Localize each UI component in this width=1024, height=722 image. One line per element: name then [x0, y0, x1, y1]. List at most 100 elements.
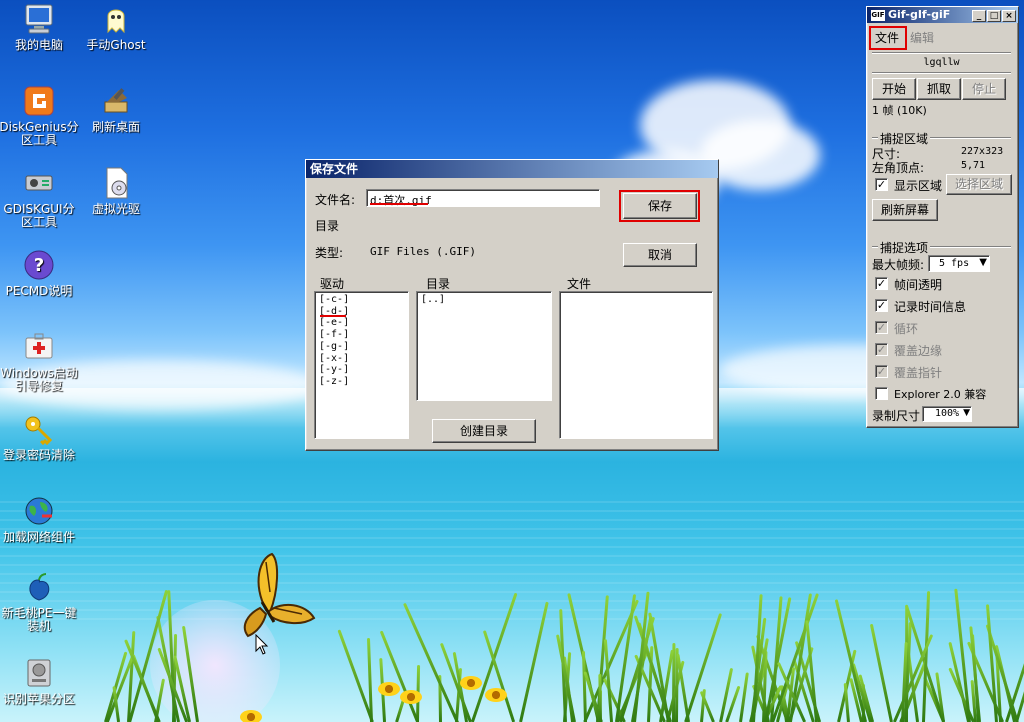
dialog-title: 保存文件 [310, 162, 359, 176]
icon-label: 手动Ghost [86, 38, 146, 52]
grab-button[interactable]: 抓取 [917, 78, 961, 100]
option-checkbox[interactable]: ✓ [875, 299, 888, 312]
gdisk-icon [22, 166, 56, 200]
capture-options-title: 捕捉选项 [878, 239, 931, 256]
grass-blade [738, 672, 749, 722]
show-area-label: 显示区域 [894, 179, 943, 193]
dialog-titlebar[interactable]: 保存文件 [306, 160, 718, 178]
virtual-drive-icon [99, 166, 133, 200]
drives-header: 驱动 [320, 277, 345, 291]
grass-blade [869, 623, 893, 722]
record-size-select[interactable]: 100% ▼ [922, 406, 972, 422]
start-button-label: 开始 [881, 82, 906, 96]
desktop-icon-peach-pe[interactable]: 新毛桃PE一键装机 [0, 570, 80, 633]
save-button-label: 保存 [647, 199, 672, 213]
option-checkbox[interactable]: ✓ [875, 343, 888, 356]
option-label: 覆盖边缘 [894, 344, 943, 358]
option-checkbox[interactable]: ✓ [875, 321, 888, 334]
create-directory-label: 创建目录 [459, 424, 508, 438]
save-button[interactable]: 保存 [623, 193, 697, 219]
menu-edit[interactable]: 编辑 [910, 29, 934, 46]
chevron-down-icon: ▼ [979, 257, 987, 268]
desktop-icon-gdiskgui[interactable]: GDISKGUI分区工具 [0, 166, 80, 229]
refresh-screen-button[interactable]: 刷新屏幕 [872, 199, 938, 221]
desktop-icon-my-computer[interactable]: 我的电脑 [0, 2, 80, 52]
size-value: 227x323 [961, 146, 1004, 157]
ghost-icon [99, 2, 133, 36]
option-label: 帧间透明 [894, 278, 943, 292]
desktop-icon-diskgenius[interactable]: DiskGenius分区工具 [0, 84, 80, 147]
drive-item[interactable]: [-f-] [319, 329, 349, 341]
option-checkbox[interactable] [875, 387, 888, 400]
desktop-icon-network[interactable]: 加载网络组件 [0, 494, 80, 544]
max-fps-select[interactable]: 5 fps ▼ [928, 255, 990, 272]
stop-button[interactable]: 停止 [962, 78, 1006, 100]
type-value: GIF Files (.GIF) [370, 245, 476, 258]
desktop-icon-boot-repair[interactable]: Windows启动引导修复 [0, 330, 80, 393]
menu-file[interactable]: 文件 [875, 29, 899, 46]
flower [460, 676, 482, 690]
gif-recorder-window: GIF Gif-gIf-giF _ □ × 文件 编辑 lgqllw 开始 抓取 停止… [866, 6, 1019, 428]
gif-filename: lgqllw [923, 57, 960, 68]
drive-item[interactable]: [-z-] [319, 376, 349, 388]
drives-list[interactable]: [-c-] [-d-] [-e-] [-f-] [-g-] [-x-] [-y-… [314, 291, 409, 439]
network-icon [22, 494, 56, 528]
directories-list[interactable]: [..] [416, 291, 552, 401]
drive-item[interactable]: [-g-] [319, 341, 349, 353]
select-area-button[interactable]: 选择区域 [946, 174, 1012, 195]
drive-item[interactable]: [-y-] [319, 364, 349, 376]
apple-partition-icon [22, 656, 56, 690]
option-checkbox[interactable]: ✓ [875, 365, 888, 378]
grab-button-label: 抓取 [926, 82, 951, 96]
icon-label: 刷新桌面 [91, 120, 140, 134]
peach-icon [22, 570, 56, 604]
files-list[interactable] [559, 291, 713, 439]
corner-label: 左角顶点: [872, 161, 925, 175]
drive-item[interactable]: [-x-] [319, 353, 349, 365]
grass-blade [519, 601, 549, 722]
create-directory-button[interactable]: 创建目录 [432, 419, 536, 443]
filename-label: 文件名: [315, 193, 356, 207]
record-size-value: 100% [935, 408, 960, 419]
desktop-icon-virtual-drive[interactable]: 虚拟光驱 [75, 166, 157, 216]
cancel-button[interactable]: 取消 [623, 243, 697, 267]
separator [872, 52, 1011, 54]
max-fps-label: 最大帧频: [872, 258, 925, 272]
drive-item[interactable]: [-e-] [319, 317, 349, 329]
diskgenius-icon [22, 84, 56, 118]
frame-info: 1 帧 (10K) [872, 104, 927, 117]
desktop-icon-apple-partition[interactable]: 识别苹果分区 [0, 656, 80, 706]
flower [400, 690, 422, 704]
directory-item[interactable]: [..] [421, 294, 445, 305]
desktop-icon-ghost[interactable]: 手动Ghost [75, 2, 157, 52]
grass-blade [843, 682, 851, 722]
boot-repair-icon [22, 330, 56, 364]
close-icon[interactable]: × [1002, 10, 1016, 22]
option-label: 循环 [894, 322, 919, 336]
maximize-icon[interactable]: □ [987, 10, 1001, 22]
gif-titlebar[interactable]: GIF Gif-gIf-giF _ □ × [867, 7, 1018, 23]
option-checkbox[interactable]: ✓ [875, 277, 888, 290]
icon-label: 登录密码清除 [2, 448, 75, 462]
start-button[interactable]: 开始 [872, 78, 916, 100]
flower [485, 688, 507, 702]
option-label: Explorer 2.0 兼容 [894, 388, 987, 401]
icon-label: 加载网络组件 [2, 530, 75, 544]
show-area-checkbox[interactable]: ✓ [875, 178, 888, 191]
icon-label: GDISKGUI分区工具 [3, 202, 75, 229]
drive-item[interactable]: [-c-] [319, 294, 349, 306]
desktop-icon-password-clear[interactable]: 登录密码清除 [0, 412, 80, 462]
corner-value: 5,71 [961, 160, 986, 171]
icon-label: 虚拟光驱 [91, 202, 140, 216]
drive-d-highlight-underline [320, 315, 346, 317]
desktop-icon-refresh-desktop[interactable]: 刷新桌面 [75, 84, 157, 134]
directory-label: 目录 [315, 219, 340, 233]
minimize-icon[interactable]: _ [972, 10, 986, 22]
stop-button-label: 停止 [971, 82, 996, 96]
option-label: 记录时间信息 [894, 300, 967, 314]
computer-icon [22, 2, 56, 36]
desktop-icon-pecmd-help[interactable]: ? PECMD说明 [0, 248, 80, 298]
record-size-label: 录制尺寸 [872, 409, 921, 423]
mouse-cursor-icon [255, 634, 269, 655]
flower [378, 682, 400, 696]
